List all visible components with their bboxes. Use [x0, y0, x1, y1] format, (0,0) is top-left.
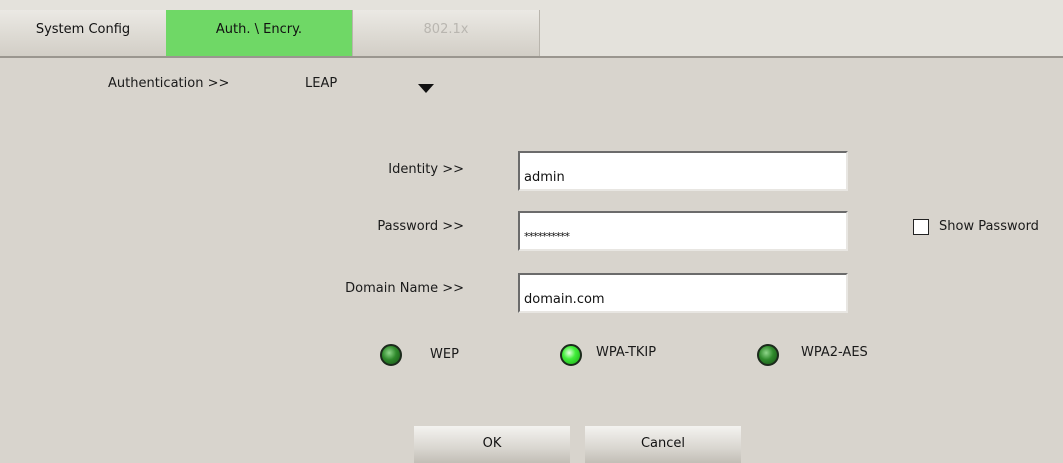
identity-input[interactable] [518, 151, 848, 191]
password-label: Password >> [377, 219, 464, 234]
show-password-label[interactable]: Show Password [939, 219, 1039, 234]
tab-system-config[interactable]: System Config [0, 10, 167, 56]
wep-indicator-icon [380, 344, 402, 366]
tab-auth-encry[interactable]: Auth. \ Encry. [166, 10, 352, 56]
wpa2-aes-indicator-icon [757, 344, 779, 366]
tab-802-1x[interactable]: 802.1x [352, 10, 540, 56]
chevron-down-icon[interactable] [418, 84, 434, 93]
ok-button[interactable]: OK [414, 426, 570, 463]
wpa-tkip-indicator-icon [560, 344, 582, 366]
password-input[interactable] [518, 211, 848, 251]
wep-label: WEP [430, 347, 459, 362]
domain-name-label: Domain Name >> [345, 281, 464, 296]
wpa2-aes-label: WPA2-AES [801, 345, 868, 360]
domain-name-input[interactable] [518, 273, 848, 313]
authentication-label: Authentication >> [108, 76, 230, 91]
tab-divider [0, 56, 1063, 58]
wpa-tkip-label: WPA-TKIP [596, 345, 657, 360]
show-password-checkbox[interactable] [913, 219, 929, 235]
identity-label: Identity >> [388, 162, 464, 177]
cancel-button[interactable]: Cancel [585, 426, 741, 463]
authentication-select[interactable]: LEAP [305, 76, 337, 91]
